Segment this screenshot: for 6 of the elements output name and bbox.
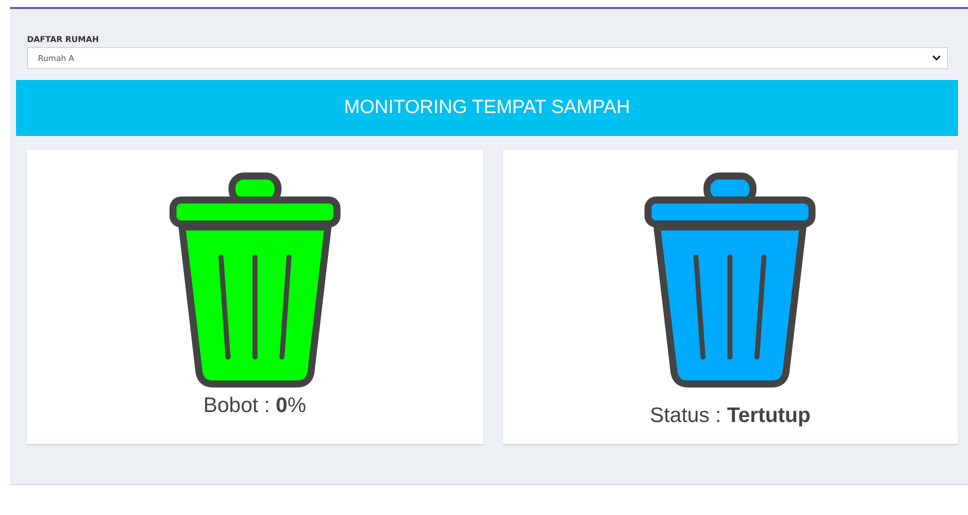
status-caption: Status : Tertutup [650,404,811,428]
select-label: DAFTAR RUMAH [27,35,100,44]
weight-caption: Bobot : 0% [203,394,306,418]
house-select[interactable]: Rumah A [27,47,948,69]
chevron-down-icon [932,55,941,61]
banner-title: MONITORING TEMPAT SAMPAH [344,97,630,119]
